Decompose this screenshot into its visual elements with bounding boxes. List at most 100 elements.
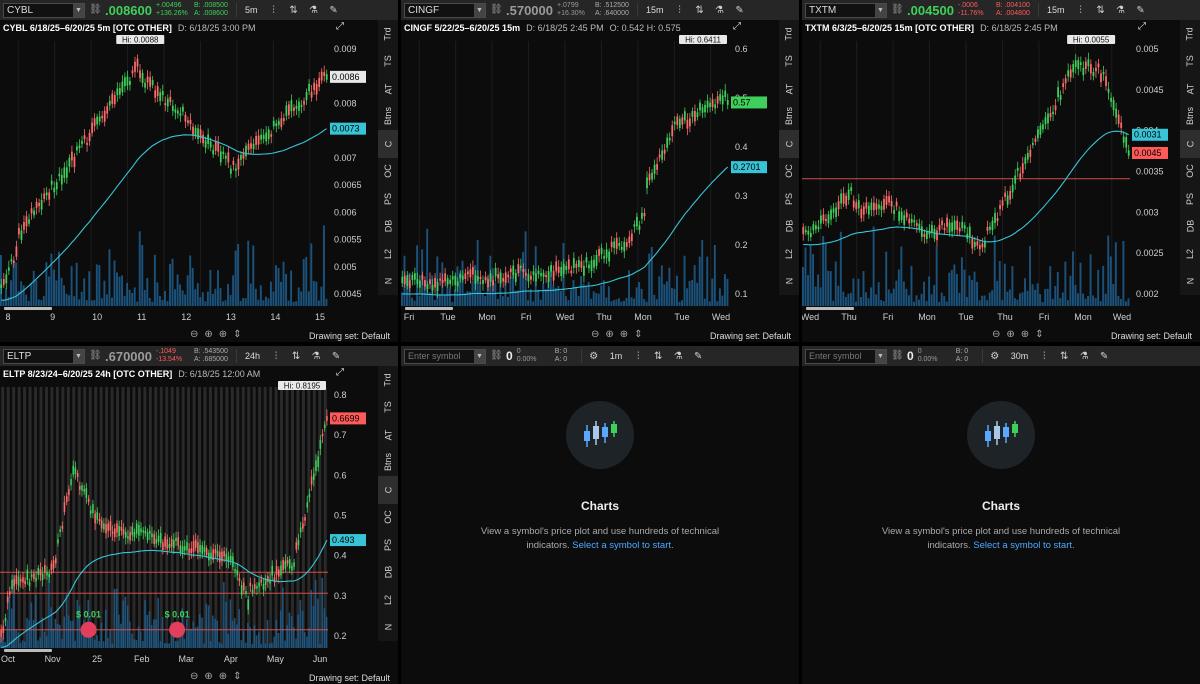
crosshair-icon[interactable]: ⊕	[1021, 329, 1029, 340]
side-tab-n[interactable]: N	[378, 268, 398, 296]
side-tab-ps[interactable]: PS	[378, 185, 398, 213]
side-tab-l2[interactable]: L2	[779, 240, 799, 268]
side-tab-n[interactable]: N	[378, 614, 398, 642]
side-tab-db[interactable]: DB	[779, 213, 799, 241]
link-icon[interactable]: ⛓	[89, 349, 102, 363]
drawing-set-label[interactable]: Drawing set: Default	[1111, 331, 1192, 341]
side-tab-at[interactable]: AT	[1180, 75, 1200, 103]
side-tab-c[interactable]: C	[378, 130, 398, 158]
chart-style-icon[interactable]: ⫶	[1073, 3, 1089, 18]
side-tab-ps[interactable]: PS	[378, 531, 398, 559]
zoom-out-icon[interactable]: ⊖	[190, 329, 198, 340]
side-tab-l2[interactable]: L2	[1180, 240, 1200, 268]
timeframe-button[interactable]: 1m	[606, 349, 627, 364]
price-chart[interactable]: Hi: 0.00550.0050.00450.0040.00350.0030.0…	[802, 35, 1180, 326]
chart-style-icon[interactable]: ⫶	[672, 3, 688, 18]
side-tab-btns[interactable]: Btns	[378, 103, 398, 131]
side-tab-btns[interactable]: Btns	[378, 449, 398, 477]
time-scroll-handle[interactable]	[4, 307, 52, 310]
side-tab-ts[interactable]: TS	[378, 394, 398, 422]
expand-icon[interactable]: ⤢	[336, 367, 348, 379]
link-icon[interactable]: ⛓	[89, 3, 102, 17]
side-tab-at[interactable]: AT	[779, 75, 799, 103]
link-icon[interactable]: ⛓	[891, 3, 904, 17]
timeframe-button[interactable]: 5m	[241, 3, 262, 18]
pan-icon[interactable]: ⇕	[233, 671, 241, 682]
timeframe-button[interactable]: 15m	[1043, 3, 1069, 18]
select-symbol-link[interactable]: Select a symbol to start.	[572, 540, 673, 551]
timeframe-button[interactable]: 24h	[241, 349, 264, 364]
expand-icon[interactable]: ⤢	[1138, 21, 1150, 33]
gear-icon[interactable]: ⚙	[586, 349, 602, 364]
chart-style-icon[interactable]: ⫶	[268, 349, 284, 364]
side-tab-trd[interactable]: Trd	[378, 366, 398, 394]
expand-icon[interactable]: ⤢	[336, 21, 348, 33]
chevron-down-icon[interactable]: ▼	[73, 3, 84, 17]
zoom-in-icon[interactable]: ⊕	[204, 329, 212, 340]
side-tab-db[interactable]: DB	[378, 213, 398, 241]
side-tab-trd[interactable]: Trd	[1180, 20, 1200, 48]
crosshair-icon[interactable]: ⊕	[219, 671, 227, 682]
chart-style-icon[interactable]: ⫶	[266, 3, 282, 18]
chart-style-icon[interactable]: ⫶	[1036, 349, 1052, 364]
studies-flask-icon[interactable]: ⚗	[670, 349, 686, 364]
style-menu-icon[interactable]: ⇅	[650, 349, 666, 364]
select-symbol-link[interactable]: Select a symbol to start.	[973, 540, 1074, 551]
studies-flask-icon[interactable]: ⚗	[712, 3, 728, 18]
chart-style-icon[interactable]: ⫶	[630, 349, 646, 364]
pan-icon[interactable]: ⇕	[233, 329, 241, 340]
crosshair-icon[interactable]: ⊕	[219, 329, 227, 340]
side-tab-c[interactable]: C	[1180, 130, 1200, 158]
style-menu-icon[interactable]: ⇅	[288, 349, 304, 364]
symbol-selector[interactable]: ELTP ▼	[3, 348, 85, 364]
price-chart[interactable]: $ 0.01 $ 0.01 Hi: 0.8195 0.8 0.7 0.6 0.5 0.4 0.3…	[0, 381, 378, 668]
drawing-set-label[interactable]: Drawing set: Default	[710, 331, 791, 341]
side-tab-ts[interactable]: TS	[1180, 48, 1200, 76]
side-tab-c[interactable]: C	[779, 130, 799, 158]
pan-icon[interactable]: ⇕	[1035, 329, 1043, 340]
drawing-tools-icon[interactable]: ✎	[1096, 349, 1112, 364]
pan-icon[interactable]: ⇕	[634, 329, 642, 340]
symbol-selector[interactable]: TXTM ▼	[805, 2, 887, 18]
link-icon[interactable]: ⛓	[490, 349, 503, 363]
time-scroll-handle[interactable]	[4, 649, 52, 652]
side-tab-at[interactable]: AT	[378, 75, 398, 103]
symbol-input[interactable]: Enter symbol ▼	[404, 348, 486, 364]
side-tab-db[interactable]: DB	[1180, 213, 1200, 241]
studies-flask-icon[interactable]: ⚗	[306, 3, 322, 18]
drawing-tools-icon[interactable]: ✎	[328, 349, 344, 364]
style-menu-icon[interactable]: ⇅	[286, 3, 302, 18]
side-tab-ps[interactable]: PS	[779, 185, 799, 213]
side-tab-btns[interactable]: Btns	[1180, 103, 1200, 131]
symbol-input[interactable]: Enter symbol ▼	[805, 348, 887, 364]
side-tab-ts[interactable]: TS	[378, 48, 398, 76]
studies-flask-icon[interactable]: ⚗	[1076, 349, 1092, 364]
chevron-down-icon[interactable]: ▼	[73, 349, 84, 363]
drawing-set-label[interactable]: Drawing set: Default	[309, 331, 390, 341]
side-tab-ts[interactable]: TS	[779, 48, 799, 76]
side-tab-oc[interactable]: OC	[378, 504, 398, 532]
side-tab-l2[interactable]: L2	[378, 240, 398, 268]
drawing-tools-icon[interactable]: ✎	[1133, 3, 1149, 18]
side-tab-l2[interactable]: L2	[378, 586, 398, 614]
symbol-selector[interactable]: CYBL ▼	[3, 2, 85, 18]
side-tab-at[interactable]: AT	[378, 421, 398, 449]
link-icon[interactable]: ⛓	[891, 349, 904, 363]
link-icon[interactable]: ⛓	[490, 3, 503, 17]
time-scroll-handle[interactable]	[405, 307, 453, 310]
side-tab-db[interactable]: DB	[378, 559, 398, 587]
chevron-down-icon[interactable]: ▼	[474, 3, 485, 17]
time-scroll-handle[interactable]	[806, 307, 854, 310]
chevron-down-icon[interactable]: ▼	[875, 3, 886, 17]
symbol-selector[interactable]: CINGF ▼	[404, 2, 486, 18]
price-chart[interactable]: Hi: 0.64110.60.50.40.30.20.10.570.2701Fr…	[401, 35, 779, 326]
side-tab-n[interactable]: N	[1180, 268, 1200, 296]
side-tab-n[interactable]: N	[779, 268, 799, 296]
side-tab-btns[interactable]: Btns	[779, 103, 799, 131]
zoom-in-icon[interactable]: ⊕	[204, 671, 212, 682]
side-tab-c[interactable]: C	[378, 476, 398, 504]
drawing-tools-icon[interactable]: ✎	[690, 349, 706, 364]
side-tab-oc[interactable]: OC	[1180, 158, 1200, 186]
style-menu-icon[interactable]: ⇅	[1093, 3, 1109, 18]
gear-icon[interactable]: ⚙	[987, 349, 1003, 364]
